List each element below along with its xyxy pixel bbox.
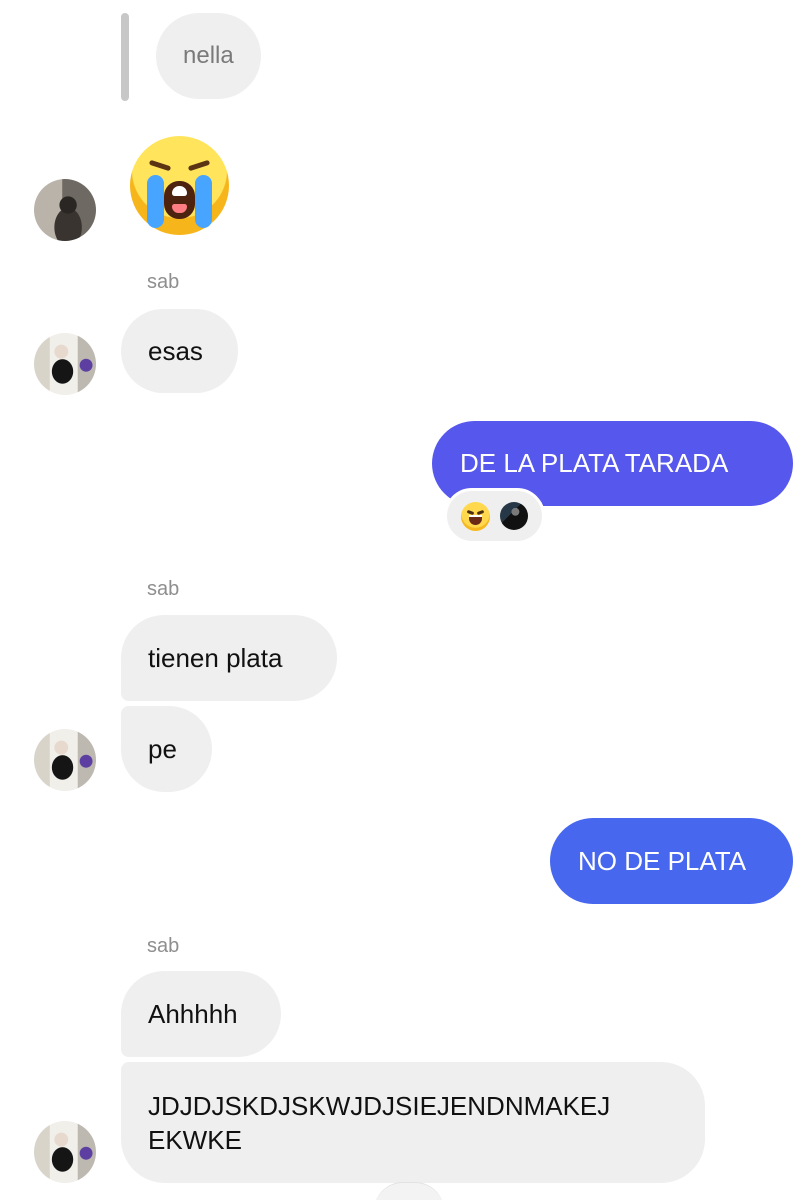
crying-mouth-icon	[164, 181, 195, 219]
face-with-tears-of-joy-icon	[461, 501, 490, 531]
message-reactions[interactable]	[444, 488, 545, 544]
message-text: pe	[148, 734, 177, 764]
message-text-line: JDJDJSKDJSKWJDJSIEJENDNMAKEJ	[148, 1090, 611, 1121]
sender-name-label: sab	[147, 935, 180, 957]
incoming-message-bubble[interactable]: JDJDJSKDJSKWJDJSIEJENDNMAKEJ EKWKE	[121, 1062, 705, 1183]
message-text: tienen plata	[148, 643, 283, 673]
scroll-indicator[interactable]	[374, 1182, 444, 1200]
contact-avatar[interactable]	[34, 179, 96, 241]
message-text: Ahhhhh	[148, 999, 238, 1029]
sender-avatar[interactable]	[34, 333, 96, 395]
right-eye-icon	[187, 159, 211, 172]
emoji-mouth-icon	[469, 514, 482, 525]
replied-message-bubble[interactable]: nella	[156, 13, 261, 99]
message-text: esas	[148, 336, 203, 366]
reply-indicator	[121, 13, 129, 101]
sender-avatar[interactable]	[34, 729, 96, 791]
left-eye-icon	[148, 159, 172, 172]
message-text: JDJDJSKDJSKWJDJSIEJENDNMAKEJ EKWKE	[148, 1089, 610, 1157]
incoming-message-bubble[interactable]: esas	[121, 309, 238, 393]
incoming-message-bubble[interactable]: Ahhhhh	[121, 971, 281, 1057]
chat-thread: nella sab esas DE LA PLATA TARADA sab ti…	[0, 0, 811, 1200]
incoming-message-bubble[interactable]: tienen plata	[121, 615, 337, 701]
message-text: NO DE PLATA	[578, 845, 747, 876]
message-text-line: EKWKE	[148, 1124, 242, 1155]
loudly-crying-face-icon[interactable]	[130, 136, 229, 235]
replied-message-text: nella	[183, 42, 234, 69]
sender-name-label: sab	[147, 578, 180, 600]
right-tear-icon	[195, 175, 212, 228]
sender-name-label: sab	[147, 271, 180, 293]
incoming-message-bubble[interactable]: pe	[121, 706, 212, 792]
outgoing-message-bubble[interactable]: NO DE PLATA	[550, 818, 793, 904]
left-tear-icon	[147, 175, 164, 228]
reaction-avatar	[500, 502, 528, 530]
sender-avatar[interactable]	[34, 1121, 96, 1183]
message-text: DE LA PLATA TARADA	[460, 448, 729, 478]
